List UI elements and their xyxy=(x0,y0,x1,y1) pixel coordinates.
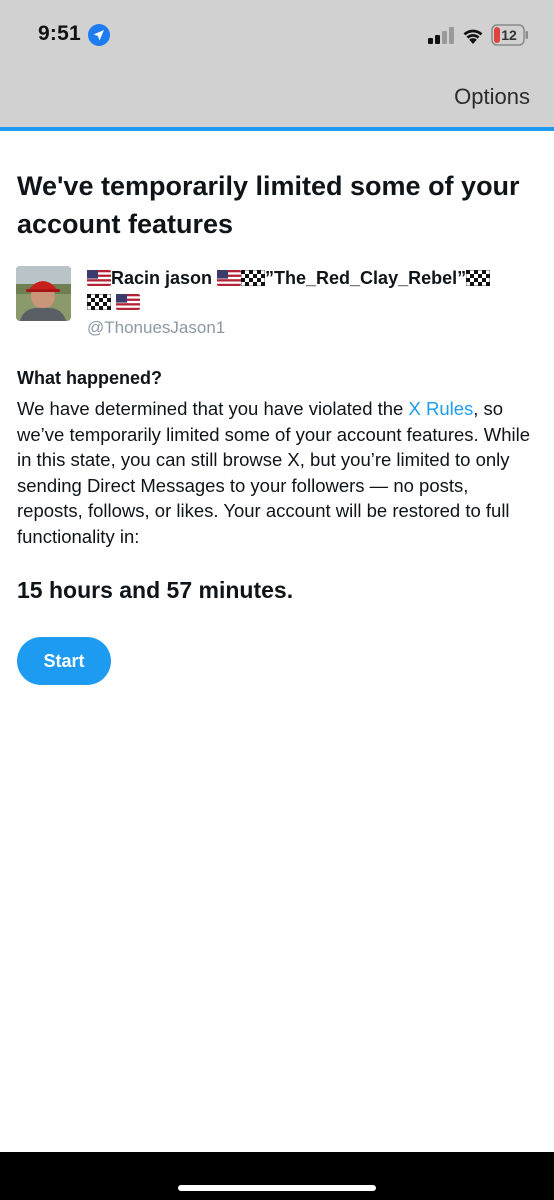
user-display-name: Racin jason ”The_Red_Clay_Rebel” xyxy=(87,266,537,314)
page-title: We've temporarily limited some of your a… xyxy=(17,171,520,239)
wifi-icon xyxy=(463,29,483,44)
us-flag-icon xyxy=(116,294,141,310)
top-bar: 9:51 12 Options xyxy=(0,0,554,127)
location-arrow-icon xyxy=(88,24,110,46)
battery-level: 12 xyxy=(501,27,517,43)
section-title: What happened? xyxy=(17,368,162,388)
nav-accent-divider xyxy=(0,127,554,131)
display-name-part1: Racin jason xyxy=(111,268,218,288)
checkered-flag-icon xyxy=(466,270,491,286)
checkered-flag-icon xyxy=(87,294,111,310)
avatar[interactable] xyxy=(16,266,71,321)
home-indicator[interactable] xyxy=(178,1185,376,1191)
bottom-bar xyxy=(0,1152,554,1200)
checkered-flag-icon xyxy=(241,270,266,286)
user-handle: @ThonuesJason1 xyxy=(87,318,226,337)
x-rules-link[interactable]: X Rules xyxy=(409,398,474,419)
description-text-start: We have determined that you have violate… xyxy=(17,398,409,419)
avatar-image xyxy=(16,266,71,321)
violation-description: We have determined that you have violate… xyxy=(17,396,537,549)
us-flag-icon xyxy=(87,270,111,286)
cellular-signal-icon xyxy=(428,27,454,44)
display-name-part2: ”The_Red_Clay_Rebel” xyxy=(265,268,467,288)
status-time: 9:51 xyxy=(38,22,81,45)
us-flag-icon xyxy=(217,270,242,286)
options-button[interactable]: Options xyxy=(454,84,530,110)
description-text-end: , so we’ve temporarily limited some of y… xyxy=(17,398,531,547)
start-button[interactable]: Start xyxy=(17,637,111,685)
restriction-countdown: 15 hours and 57 minutes. xyxy=(17,577,294,603)
